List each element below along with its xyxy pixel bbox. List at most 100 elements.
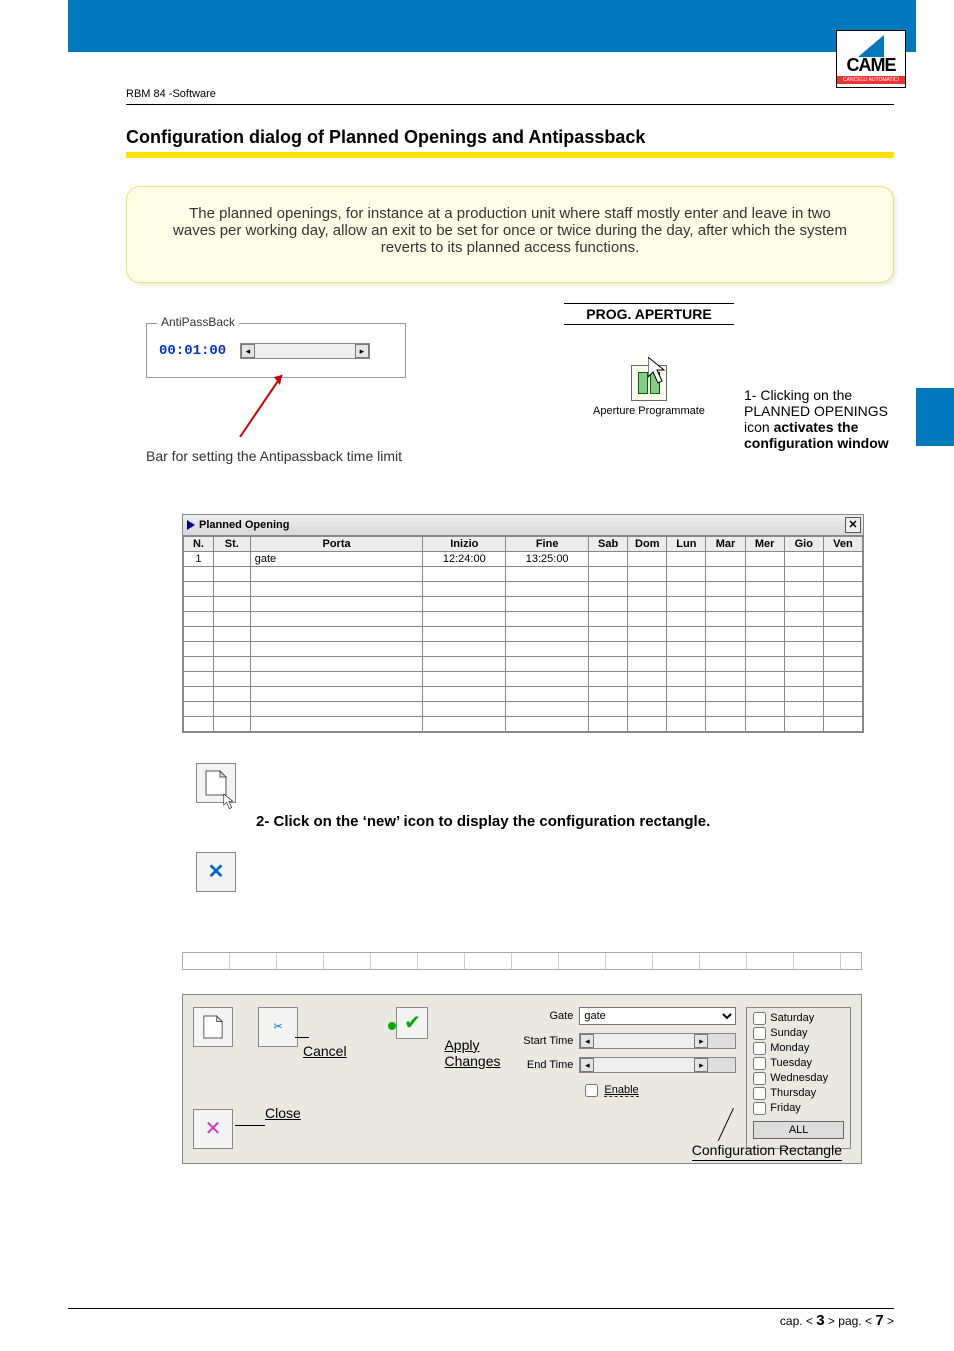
cell-porta bbox=[250, 626, 423, 641]
table-row[interactable]: 1gate12:24:0013:25:00 bbox=[184, 551, 863, 566]
scroll-left-icon[interactable]: ◂ bbox=[241, 344, 255, 358]
table-row[interactable] bbox=[184, 671, 863, 686]
cell-inizio bbox=[423, 686, 506, 701]
close-label: Close bbox=[265, 1105, 301, 1121]
delete-button[interactable]: ✕ bbox=[196, 852, 236, 892]
scroll-left-icon[interactable]: ◂ bbox=[580, 1034, 594, 1048]
new-document-icon bbox=[204, 769, 228, 797]
close-icon[interactable]: ✕ bbox=[845, 517, 861, 533]
document-rule bbox=[126, 104, 894, 105]
scroll-right-icon[interactable]: ▸ bbox=[694, 1034, 708, 1048]
cell-sab bbox=[589, 551, 628, 566]
table-row[interactable] bbox=[184, 596, 863, 611]
cell-ven bbox=[823, 626, 862, 641]
cell-mar bbox=[706, 566, 745, 581]
table-row[interactable] bbox=[184, 686, 863, 701]
cell-mer bbox=[745, 671, 784, 686]
close-button[interactable]: ✕ bbox=[193, 1109, 233, 1149]
cell-inizio bbox=[423, 611, 506, 626]
cell-mar bbox=[706, 641, 745, 656]
cell-n bbox=[184, 641, 214, 656]
cursor-icon bbox=[223, 794, 247, 822]
start-time-slider[interactable]: ◂ ▸ bbox=[579, 1033, 736, 1049]
day-checkbox-tuesday[interactable] bbox=[753, 1057, 766, 1070]
cell-st bbox=[213, 566, 250, 581]
table-row[interactable] bbox=[184, 656, 863, 671]
gate-select[interactable]: gate bbox=[579, 1007, 736, 1025]
configuration-rectangle: ✂ Cancel ✕ Close ✔ Apply Changes bbox=[182, 994, 862, 1164]
col-mer: Mer bbox=[745, 536, 784, 551]
cell-sab bbox=[589, 656, 628, 671]
table-row[interactable] bbox=[184, 716, 863, 731]
cell-gio bbox=[784, 581, 823, 596]
day-checkbox-monday[interactable] bbox=[753, 1042, 766, 1055]
scroll-left-icon[interactable]: ◂ bbox=[580, 1058, 594, 1072]
table-row[interactable] bbox=[184, 611, 863, 626]
cell-dom bbox=[628, 566, 667, 581]
cell-porta bbox=[250, 641, 423, 656]
day-checkbox-thursday[interactable] bbox=[753, 1087, 766, 1100]
cell-mar bbox=[706, 626, 745, 641]
cell-lun bbox=[667, 716, 706, 731]
enable-checkbox[interactable] bbox=[585, 1084, 598, 1097]
cell-sab bbox=[589, 581, 628, 596]
day-checkbox-sunday[interactable] bbox=[753, 1027, 766, 1040]
cell-inizio bbox=[423, 716, 506, 731]
cell-dom bbox=[628, 686, 667, 701]
antipassback-slider[interactable]: ◂ ▸ bbox=[240, 343, 370, 359]
cell-sab bbox=[589, 596, 628, 611]
window-title-icon bbox=[187, 520, 195, 530]
antipassback-caption: Bar for setting the Antipassback time li… bbox=[146, 448, 544, 464]
scissors-icon: ✂ bbox=[273, 1020, 282, 1033]
cell-mar bbox=[706, 581, 745, 596]
new-document-icon bbox=[202, 1014, 224, 1040]
table-row[interactable] bbox=[184, 581, 863, 596]
day-label: Sunday bbox=[770, 1027, 807, 1039]
scroll-right-icon[interactable]: ▸ bbox=[694, 1058, 708, 1072]
logo-subtext: CANCELLI AUTOMATICI bbox=[837, 76, 905, 84]
page-title: Configuration dialog of Planned Openings… bbox=[126, 127, 894, 148]
cancel-button[interactable]: ✂ bbox=[258, 1007, 298, 1047]
cell-st bbox=[213, 656, 250, 671]
cell-st bbox=[213, 551, 250, 566]
new-button[interactable] bbox=[196, 763, 236, 803]
cell-st bbox=[213, 611, 250, 626]
page-number: cap. < 3 > pag. < 7 > bbox=[780, 1312, 894, 1329]
apply-button[interactable]: ✔ bbox=[396, 1007, 428, 1039]
cell-n bbox=[184, 656, 214, 671]
cell-n bbox=[184, 566, 214, 581]
cell-lun bbox=[667, 551, 706, 566]
cell-gio bbox=[784, 596, 823, 611]
cell-dom bbox=[628, 581, 667, 596]
slider-track[interactable] bbox=[255, 344, 355, 358]
table-row[interactable] bbox=[184, 566, 863, 581]
day-label: Thursday bbox=[770, 1087, 816, 1099]
table-row[interactable] bbox=[184, 701, 863, 716]
cell-lun bbox=[667, 701, 706, 716]
antipassback-time-value: 00:01:00 bbox=[159, 343, 226, 359]
day-checkbox-saturday[interactable] bbox=[753, 1012, 766, 1025]
cell-lun bbox=[667, 566, 706, 581]
end-time-slider[interactable]: ◂ ▸ bbox=[579, 1057, 736, 1073]
cell-sab bbox=[589, 671, 628, 686]
day-checkbox-wednesday[interactable] bbox=[753, 1072, 766, 1085]
logo-text: CAME bbox=[837, 55, 905, 76]
cell-gio bbox=[784, 686, 823, 701]
logo-triangle-icon bbox=[858, 35, 884, 57]
all-days-button[interactable]: ALL bbox=[753, 1121, 844, 1139]
cell-n: 1 bbox=[184, 551, 214, 566]
scroll-right-icon[interactable]: ▸ bbox=[355, 344, 369, 358]
col-porta: Porta bbox=[250, 536, 423, 551]
new-button[interactable] bbox=[193, 1007, 233, 1047]
cell-ven bbox=[823, 611, 862, 626]
apply-label: Apply Changes bbox=[444, 1037, 524, 1069]
day-checkbox-friday[interactable] bbox=[753, 1102, 766, 1115]
cell-lun bbox=[667, 581, 706, 596]
configuration-caption: Configuration Rectangle bbox=[692, 1142, 842, 1161]
footer-rule bbox=[68, 1308, 894, 1309]
table-row[interactable] bbox=[184, 626, 863, 641]
table-row[interactable] bbox=[184, 641, 863, 656]
cell-dom bbox=[628, 596, 667, 611]
cell-sab bbox=[589, 701, 628, 716]
cell-n bbox=[184, 701, 214, 716]
